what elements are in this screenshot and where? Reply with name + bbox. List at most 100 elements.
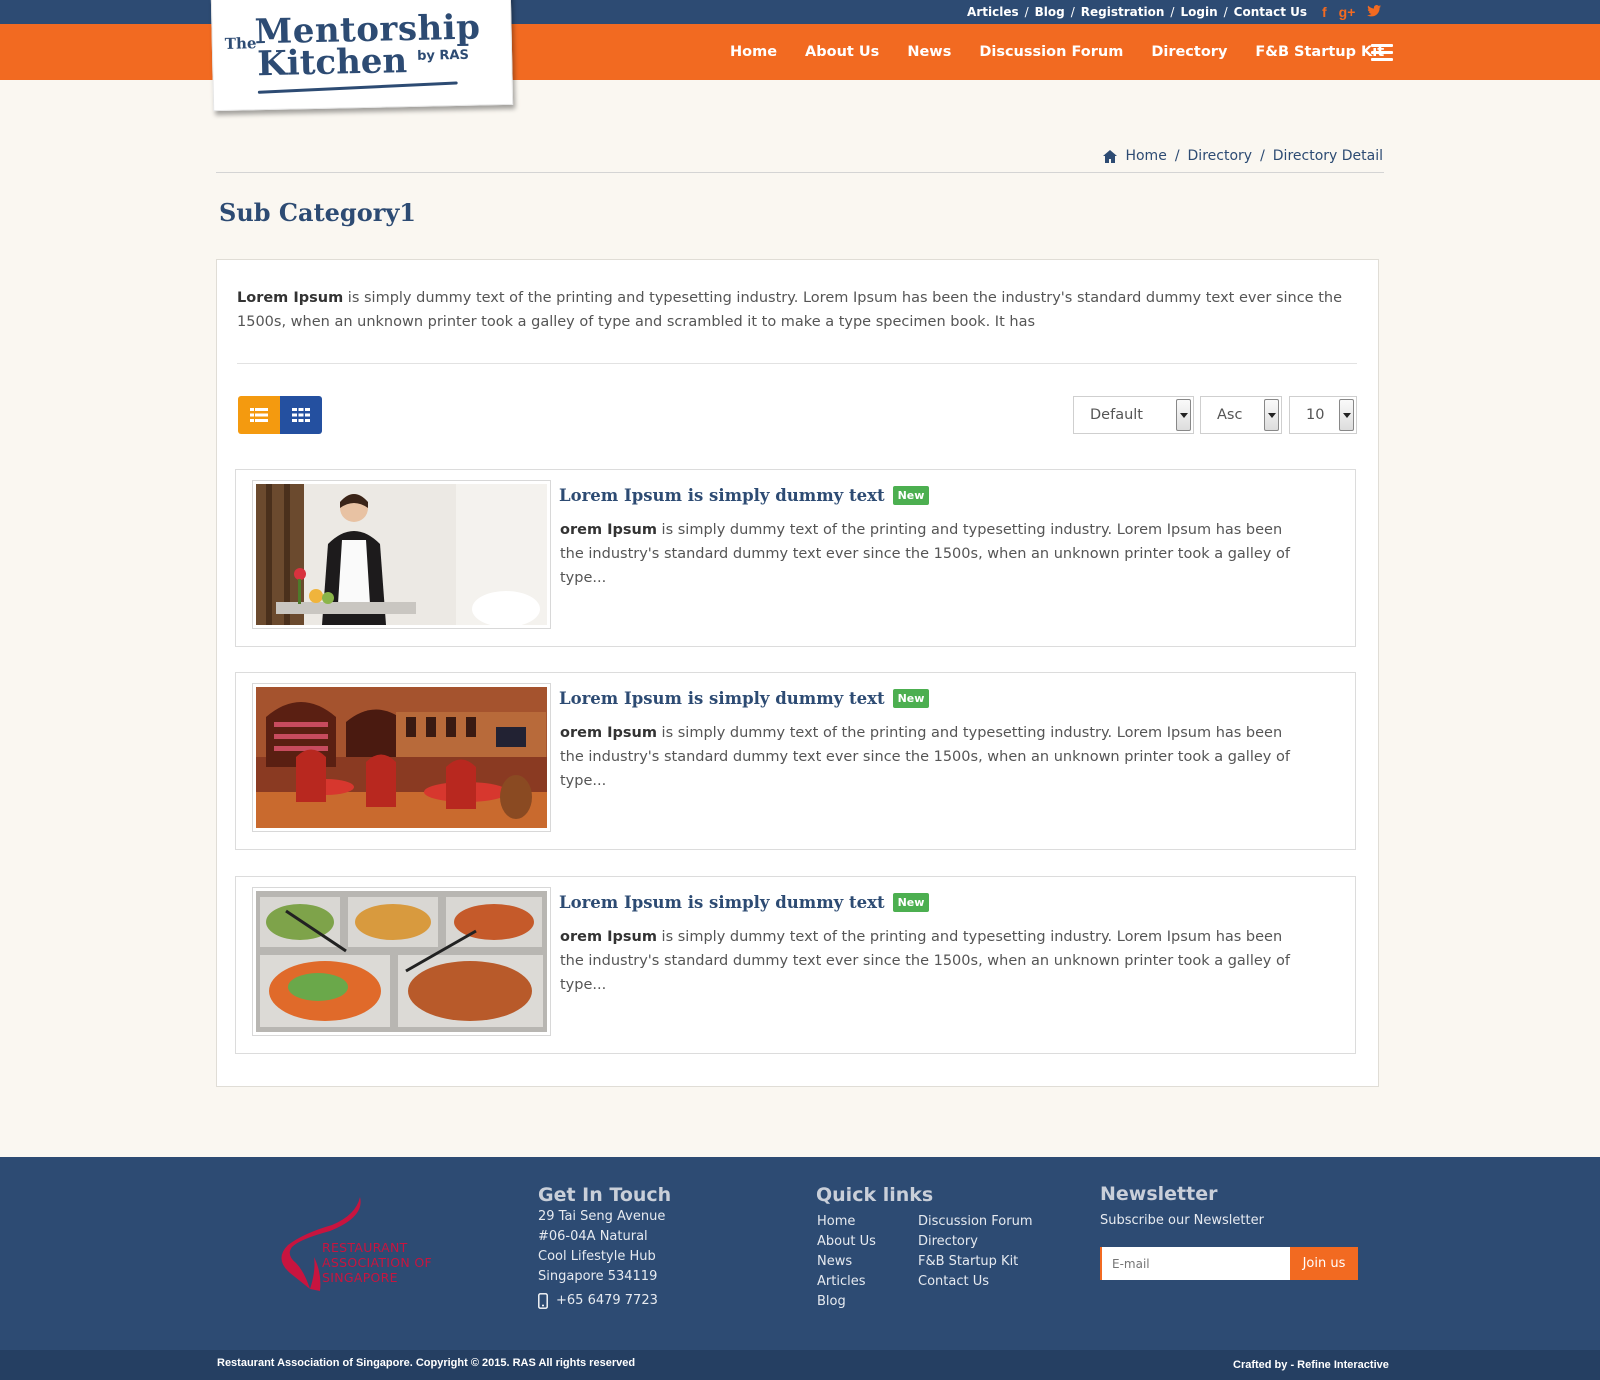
chevron-down-icon xyxy=(1264,399,1279,431)
contact-address: 29 Tai Seng Avenue #06-04A Natural Cool … xyxy=(538,1207,665,1311)
per-page-select[interactable]: 10 xyxy=(1289,396,1357,434)
quick-links-col1: Home About Us News Articles Blog xyxy=(817,1212,876,1312)
intro-body: is simply dummy text of the printing and… xyxy=(237,290,1343,330)
nav-fb-startup-kit[interactable]: F&B Startup Kit xyxy=(1255,44,1384,60)
address-line: Cool Lifestyle Hub xyxy=(538,1249,656,1264)
new-badge: New xyxy=(892,689,930,708)
footer-link-blog[interactable]: Blog xyxy=(817,1292,876,1312)
breadcrumb: Home / Directory / Directory Detail xyxy=(1103,148,1383,164)
listing-card[interactable]: Lorem Ipsum is simply dummy text New ore… xyxy=(235,469,1356,647)
newsletter-heading: Newsletter xyxy=(1100,1183,1218,1205)
footer-link-about-us[interactable]: About Us xyxy=(817,1232,876,1252)
listing-image[interactable] xyxy=(252,683,551,832)
breadcrumb-home[interactable]: Home xyxy=(1125,148,1166,164)
listing-description: orem Ipsum is simply dummy text of the p… xyxy=(560,925,1300,997)
listing-bold: orem Ipsum xyxy=(560,522,657,538)
ras-logo-line: SINGAPORE xyxy=(322,1270,398,1285)
listing-description: orem Ipsum is simply dummy text of the p… xyxy=(560,518,1300,590)
phone-number[interactable]: +65 6479 7723 xyxy=(556,1291,658,1311)
order-value: Asc xyxy=(1217,407,1243,423)
top-link-separator: / xyxy=(1223,5,1228,19)
footer xyxy=(0,1157,1600,1350)
logo-by-ras: by RAS xyxy=(416,47,470,64)
footer-link-home[interactable]: Home xyxy=(817,1212,876,1232)
footer-link-articles[interactable]: Articles xyxy=(817,1272,876,1292)
nav-directory[interactable]: Directory xyxy=(1151,44,1227,60)
top-link-blog[interactable]: Blog xyxy=(1035,5,1065,19)
per-page-value: 10 xyxy=(1306,407,1325,423)
address-line: Singapore 534119 xyxy=(538,1269,658,1284)
grid-view-button[interactable] xyxy=(280,396,322,434)
top-link-contact[interactable]: Contact Us xyxy=(1234,5,1307,19)
listing-title-text[interactable]: Lorem Ipsum is simply dummy text xyxy=(559,689,885,708)
new-badge: New xyxy=(892,893,930,912)
intro-text: Lorem Ipsum is simply dummy text of the … xyxy=(237,286,1347,334)
footer-link-news[interactable]: News xyxy=(817,1252,876,1272)
ras-logo-text: RESTAURANT ASSOCIATION OF SINGAPORE xyxy=(322,1240,432,1285)
top-links: Articles / Blog / Registration / Login /… xyxy=(967,5,1307,19)
top-link-registration[interactable]: Registration xyxy=(1081,5,1165,19)
nav-news[interactable]: News xyxy=(907,44,951,60)
listing-image[interactable] xyxy=(252,480,551,629)
listing-card[interactable]: Lorem Ipsum is simply dummy text New ore… xyxy=(235,876,1356,1054)
breadcrumb-directory[interactable]: Directory xyxy=(1188,148,1253,164)
main-nav: Home About Us News Discussion Forum Dire… xyxy=(730,44,1412,60)
list-view-button[interactable] xyxy=(238,396,280,434)
nav-about-us[interactable]: About Us xyxy=(805,44,879,60)
page-title: Sub Category1 xyxy=(219,198,417,227)
content-panel: Lorem Ipsum is simply dummy text of the … xyxy=(216,259,1379,1087)
footer-link-discussion-forum[interactable]: Discussion Forum xyxy=(918,1212,1032,1232)
ras-logo-line: RESTAURANT xyxy=(322,1240,408,1255)
newsletter-subtitle: Subscribe our Newsletter xyxy=(1100,1213,1264,1228)
footer-link-fb-startup-kit[interactable]: F&B Startup Kit xyxy=(918,1252,1032,1272)
footer-link-directory[interactable]: Directory xyxy=(918,1232,1032,1252)
breadcrumb-separator: / xyxy=(1260,148,1265,164)
mobile-phone-icon xyxy=(538,1293,548,1309)
listing-title[interactable]: Lorem Ipsum is simply dummy text New xyxy=(559,893,930,912)
listing-title[interactable]: Lorem Ipsum is simply dummy text New xyxy=(559,486,930,505)
listing-title[interactable]: Lorem Ipsum is simply dummy text New xyxy=(559,689,930,708)
listing-desc-text: is simply dummy text of the printing and… xyxy=(560,725,1290,789)
breadcrumb-separator: / xyxy=(1174,148,1180,164)
nav-home[interactable]: Home xyxy=(730,44,777,60)
top-link-articles[interactable]: Articles xyxy=(967,5,1019,19)
facebook-icon[interactable]: f xyxy=(1322,4,1327,20)
logo-kitchen: Kitchen xyxy=(256,41,408,85)
listing-image[interactable] xyxy=(252,887,551,1036)
top-link-separator: / xyxy=(1170,5,1175,19)
nav-discussion-forum[interactable]: Discussion Forum xyxy=(979,44,1123,60)
google-plus-icon[interactable]: g+ xyxy=(1339,4,1356,20)
listing-description: orem Ipsum is simply dummy text of the p… xyxy=(560,721,1300,793)
ras-logo-line: ASSOCIATION OF xyxy=(322,1255,432,1270)
top-link-separator: / xyxy=(1024,5,1029,19)
listing-title-text[interactable]: Lorem Ipsum is simply dummy text xyxy=(559,893,885,912)
new-badge: New xyxy=(892,486,930,505)
home-icon[interactable] xyxy=(1103,149,1118,163)
list-view-icon xyxy=(250,408,268,422)
footer-link-contact-us[interactable]: Contact Us xyxy=(918,1272,1032,1292)
view-toggle xyxy=(238,396,322,434)
top-link-separator: / xyxy=(1070,5,1075,19)
listing-title-text[interactable]: Lorem Ipsum is simply dummy text xyxy=(559,486,885,505)
top-link-login[interactable]: Login xyxy=(1180,5,1217,19)
newsletter-email-input[interactable] xyxy=(1100,1247,1290,1280)
site-logo[interactable]: The Mentorship Kitchen by RAS xyxy=(210,0,514,112)
copyright-text: Restaurant Association of Singapore. Cop… xyxy=(217,1357,636,1369)
twitter-icon[interactable] xyxy=(1367,4,1382,20)
social-links: f g+ xyxy=(1322,4,1382,20)
grid-view-icon xyxy=(292,408,310,422)
listing-bold: orem Ipsum xyxy=(560,929,657,945)
quick-links-heading: Quick links xyxy=(816,1184,934,1206)
chevron-down-icon xyxy=(1339,399,1354,431)
menu-icon[interactable] xyxy=(1371,44,1393,61)
sort-select[interactable]: Default xyxy=(1073,396,1194,434)
crafted-by-text[interactable]: Crafted by - Refine Interactive xyxy=(1233,1359,1389,1371)
order-select[interactable]: Asc xyxy=(1200,396,1282,434)
join-button[interactable]: Join us xyxy=(1290,1247,1358,1280)
contact-heading: Get In Touch xyxy=(538,1184,672,1206)
listing-bold: orem Ipsum xyxy=(560,725,657,741)
logo-the: The xyxy=(224,34,257,53)
listing-desc-text: is simply dummy text of the printing and… xyxy=(560,929,1290,993)
listing-card[interactable]: Lorem Ipsum is simply dummy text New ore… xyxy=(235,672,1356,850)
breadcrumb-directory-detail[interactable]: Directory Detail xyxy=(1273,148,1383,164)
